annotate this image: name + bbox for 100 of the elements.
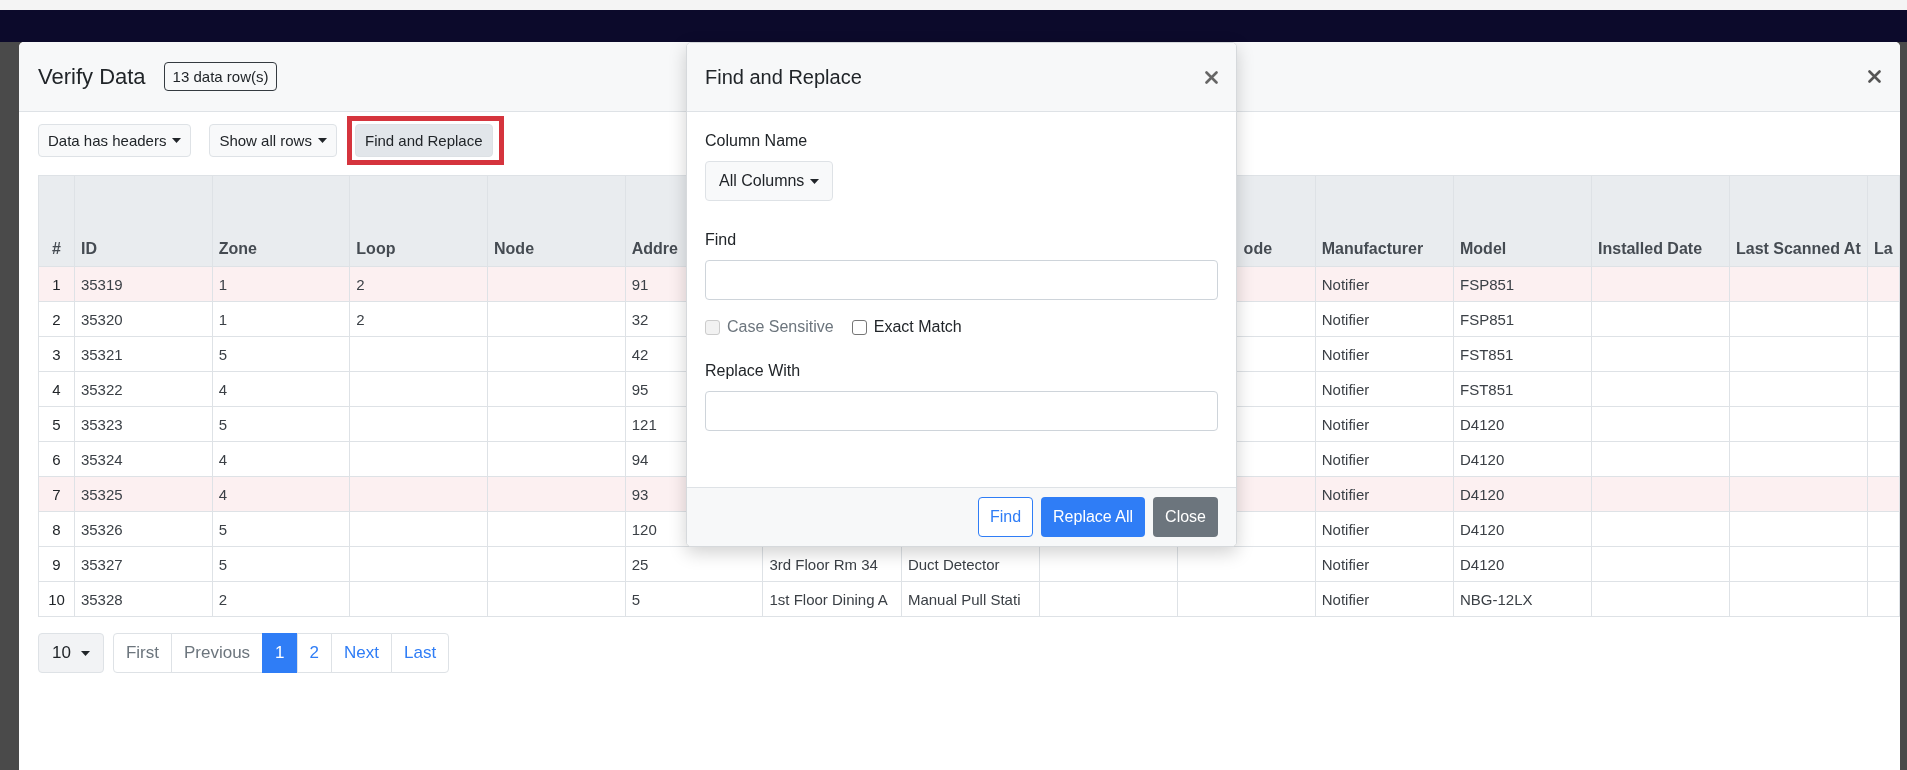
page-link[interactable]: 2 [296,633,333,673]
table-cell: 35322 [80,380,123,398]
column-header[interactable]: ode [1243,240,1273,257]
table-cell: Notifier [1321,275,1370,293]
table-cell: 2 [356,310,365,328]
table-cell: 3rd Floor Rm 34 [769,555,878,573]
row-number: 5 [52,415,61,433]
column-header[interactable]: Manufacturer [1321,240,1424,257]
row-number: 2 [52,310,61,328]
table-cell: FSP851 [1460,275,1515,293]
page-link[interactable]: Last [391,633,450,673]
table-cell: 121 [631,415,657,433]
close-icon[interactable] [1205,70,1218,84]
modal-title: Verify Data [38,63,146,90]
table-cell: D4120 [1460,450,1505,468]
table-cell: 120 [631,520,657,538]
table-cell: 4 [218,485,227,503]
find-input[interactable] [705,260,1218,300]
table-cell: 35327 [80,555,123,573]
table-cell: NBG-12LX [1460,590,1533,608]
table-cell: Notifier [1321,345,1370,363]
table-cell: 1 [218,310,227,328]
row-number: 6 [52,450,61,468]
row-number: 10 [48,590,65,608]
table-cell: 35324 [80,450,123,468]
dialog-button[interactable]: Replace All [1041,497,1146,537]
table-cell: 35328 [80,590,123,608]
find-replace-button[interactable]: Find and Replace [354,123,493,157]
column-header[interactable]: # [52,240,61,257]
table-cell: Notifier [1321,590,1370,608]
dropdown-button[interactable]: Show all rows [209,123,337,157]
column-header[interactable]: Node [494,240,535,257]
page-link[interactable]: 1 [262,633,298,673]
table-cell: 5 [218,415,227,433]
table-cell: Duct Detector [907,555,1000,573]
table-cell: 35319 [80,275,123,293]
table-cell: 35325 [80,485,123,503]
table-cell: 1 [218,275,227,293]
table-cell: 2 [218,590,227,608]
field-label: Replace With [705,362,802,380]
table-cell: 5 [218,520,227,538]
page-link[interactable]: Next [331,633,392,673]
table-cell: 95 [631,380,649,398]
table-cell: 4 [218,450,227,468]
dropdown-button[interactable]: Data has headers [38,123,192,157]
field-label: Column Name [705,132,809,150]
replace-input[interactable] [705,391,1218,431]
table-cell: Notifier [1321,310,1370,328]
row-number: 7 [52,485,61,503]
row-number: 1 [52,275,61,293]
row-number: 3 [52,345,61,363]
column-header[interactable]: Addre [631,240,678,257]
table-cell: Manual Pull Stati [907,590,1021,608]
table-cell: 25 [631,555,649,573]
caret-icon [80,650,90,656]
table-cell: D4120 [1460,485,1505,503]
table-cell: Notifier [1321,380,1370,398]
table-cell: 35323 [80,415,123,433]
table-cell: FSP851 [1460,310,1515,328]
dialog-button[interactable]: Find [977,497,1034,537]
dialog-title: Find and Replace [705,65,862,89]
column-header[interactable]: Last Scanned At [1735,240,1861,257]
table-cell: Notifier [1321,520,1370,538]
row-number: 9 [52,555,61,573]
dialog-button[interactable]: Close [1153,497,1218,537]
table-cell: 5 [218,555,227,573]
table-cell: 35321 [80,345,123,363]
caret-icon [172,137,182,143]
checkbox-label: Exact Match [873,318,962,336]
column-header[interactable]: Loop [356,240,396,257]
table-cell: Notifier [1321,450,1370,468]
table-cell: Notifier [1321,485,1370,503]
column-header[interactable]: La [1873,240,1893,257]
column-header[interactable]: Zone [218,240,257,257]
table-cell: 35320 [80,310,123,328]
table-cell: 93 [631,485,649,503]
table-cell: FST851 [1460,345,1514,363]
row-number: 8 [52,520,61,538]
table-cell: 5 [631,590,641,608]
table-cell: 42 [631,345,649,363]
table-cell: 4 [218,380,227,398]
table-cell: FST851 [1460,380,1514,398]
close-icon[interactable] [1868,70,1881,83]
table-cell: 94 [631,450,649,468]
table-cell: 5 [218,345,227,363]
checkbox-label: Case Sensitive [727,318,834,336]
column-header[interactable]: Installed Date [1598,240,1703,257]
table-cell: Notifier [1321,555,1370,573]
table-cell: 1st Floor Dining A [769,590,888,608]
column-dropdown[interactable]: All Columns [705,161,834,201]
column-header[interactable]: Model [1460,240,1507,257]
caret-icon [810,178,820,184]
row-count-badge: 13 data row(s) [163,62,278,91]
page-size-dropdown[interactable]: 10 [38,633,104,673]
caret-icon [317,137,327,143]
table-cell: D4120 [1460,555,1505,573]
table-cell: 2 [356,275,365,293]
table-cell: D4120 [1460,520,1505,538]
checkbox[interactable] [851,319,867,335]
column-header[interactable]: ID [80,240,97,257]
